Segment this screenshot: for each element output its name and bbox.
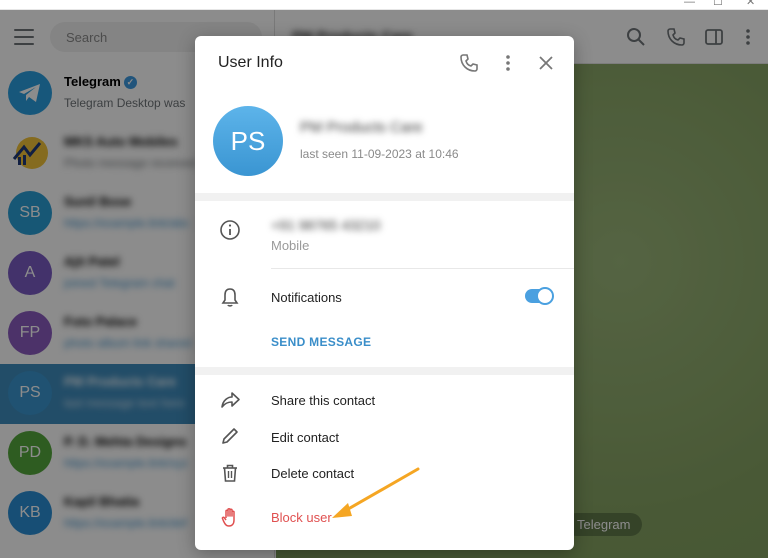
- pencil-icon: [222, 428, 238, 444]
- minimize-icon[interactable]: —: [684, 0, 695, 8]
- section-divider: [195, 193, 574, 201]
- more-options-icon[interactable]: [497, 52, 519, 74]
- block-user-button[interactable]: Block user: [271, 510, 332, 525]
- notifications-toggle[interactable]: [525, 287, 554, 305]
- dialog-title: User Info: [218, 54, 283, 71]
- last-seen-status: last seen 11-09-2023 at 10:46: [300, 147, 459, 161]
- maximize-icon[interactable]: ☐: [713, 0, 723, 8]
- send-message-button[interactable]: SEND MESSAGE: [271, 335, 371, 349]
- close-window-icon[interactable]: ✕: [746, 0, 755, 8]
- phone-number[interactable]: +91 98765 43210: [271, 217, 380, 233]
- trash-icon: [223, 464, 237, 482]
- toggle-knob: [536, 287, 554, 305]
- profile-avatar[interactable]: PS: [213, 106, 283, 176]
- bell-icon: [221, 288, 239, 307]
- share-contact-button[interactable]: Share this contact: [271, 393, 375, 408]
- edit-contact-button[interactable]: Edit contact: [271, 430, 339, 445]
- row-divider: [271, 268, 574, 269]
- delete-contact-button[interactable]: Delete contact: [271, 466, 354, 481]
- phone-label: Mobile: [271, 238, 310, 253]
- section-divider: [195, 367, 574, 375]
- info-icon: [220, 220, 240, 240]
- notifications-label: Notifications: [271, 290, 342, 305]
- share-icon: [221, 392, 240, 408]
- close-icon[interactable]: [535, 52, 557, 74]
- phone-call-icon[interactable]: [458, 52, 480, 74]
- user-info-dialog: User Info PS PM Products Care last seen …: [195, 36, 574, 550]
- hand-block-icon: [221, 508, 235, 527]
- contact-name: PM Products Care: [300, 119, 423, 136]
- window-titlebar: — ☐ ✕: [0, 0, 768, 10]
